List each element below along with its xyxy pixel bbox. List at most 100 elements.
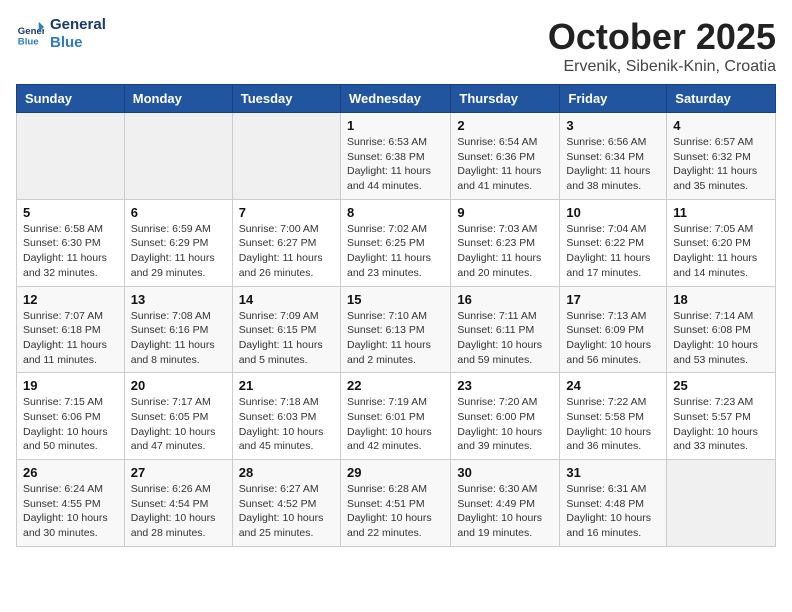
day-info: Sunrise: 7:17 AM Sunset: 6:05 PM Dayligh… [131,395,226,454]
calendar-day-cell: 21 Sunrise: 7:18 AM Sunset: 6:03 PM Dayli… [232,373,340,460]
calendar-day-cell: 9 Sunrise: 7:03 AM Sunset: 6:23 PM Daylig… [451,199,560,286]
day-number: 13 [131,292,226,307]
day-number: 28 [239,465,334,480]
day-number: 8 [347,205,444,220]
calendar-day-cell [124,113,232,200]
calendar-day-cell: 5Sunrise: 6:58 AM Sunset: 6:30 PM Daylig… [17,199,125,286]
day-number: 26 [23,465,118,480]
day-number: 14 [239,292,334,307]
calendar-day-cell: 12 Sunrise: 7:07 AM Sunset: 6:18 PM Dayli… [17,286,125,373]
day-number: 10 [566,205,660,220]
calendar-day-cell: 11Sunrise: 7:05 AM Sunset: 6:20 PM Dayli… [667,199,776,286]
calendar-week-row: 5Sunrise: 6:58 AM Sunset: 6:30 PM Daylig… [17,199,776,286]
day-info: Sunrise: 7:14 AM Sunset: 6:08 PM Dayligh… [673,309,769,368]
location: Ervenik, Sibenik-Knin, Croatia [548,58,776,76]
calendar-day-cell: 2Sunrise: 6:54 AM Sunset: 6:36 PM Daylig… [451,113,560,200]
day-info: Sunrise: 7:10 AM Sunset: 6:13 PM Dayligh… [347,309,444,368]
day-number: 4 [673,118,769,133]
day-info: Sunrise: 6:59 AM Sunset: 6:29 PM Dayligh… [131,222,226,281]
day-info: Sunrise: 7:11 AM Sunset: 6:11 PM Dayligh… [457,309,553,368]
calendar-week-row: 26 Sunrise: 6:24 AM Sunset: 4:55 PM Dayli… [17,460,776,547]
weekday-header-cell: Thursday [451,85,560,113]
day-info: Sunrise: 6:30 AM Sunset: 4:49 PM Dayligh… [457,482,553,541]
logo: General Blue General Blue [16,16,106,52]
day-info: Sunrise: 7:22 AM Sunset: 5:58 PM Dayligh… [566,395,660,454]
day-number: 19 [23,378,118,393]
day-number: 21 [239,378,334,393]
calendar-day-cell: 8 Sunrise: 7:02 AM Sunset: 6:25 PM Daylig… [340,199,450,286]
day-number: 27 [131,465,226,480]
day-number: 9 [457,205,553,220]
logo-icon: General Blue [16,20,44,48]
day-number: 2 [457,118,553,133]
day-info: Sunrise: 7:07 AM Sunset: 6:18 PM Dayligh… [23,309,118,368]
calendar-day-cell: 17 Sunrise: 7:13 AM Sunset: 6:09 PM Dayli… [560,286,667,373]
day-number: 18 [673,292,769,307]
calendar-day-cell: 20Sunrise: 7:17 AM Sunset: 6:05 PM Dayli… [124,373,232,460]
day-info: Sunrise: 7:09 AM Sunset: 6:15 PM Dayligh… [239,309,334,368]
weekday-header-cell: Saturday [667,85,776,113]
calendar-day-cell: 26 Sunrise: 6:24 AM Sunset: 4:55 PM Dayli… [17,460,125,547]
day-info: Sunrise: 6:24 AM Sunset: 4:55 PM Dayligh… [23,482,118,541]
calendar-day-cell: 22 Sunrise: 7:19 AM Sunset: 6:01 PM Dayli… [340,373,450,460]
calendar-week-row: 19 Sunrise: 7:15 AM Sunset: 6:06 PM Dayli… [17,373,776,460]
calendar-day-cell: 7 Sunrise: 7:00 AM Sunset: 6:27 PM Daylig… [232,199,340,286]
day-number: 5 [23,205,118,220]
calendar-day-cell [667,460,776,547]
day-number: 23 [457,378,553,393]
day-number: 30 [457,465,553,480]
day-info: Sunrise: 7:23 AM Sunset: 5:57 PM Dayligh… [673,395,769,454]
calendar-body: 1Sunrise: 6:53 AM Sunset: 6:38 PM Daylig… [17,113,776,547]
day-number: 11 [673,205,769,220]
calendar-day-cell: 18 Sunrise: 7:14 AM Sunset: 6:08 PM Dayli… [667,286,776,373]
day-info: Sunrise: 7:15 AM Sunset: 6:06 PM Dayligh… [23,395,118,454]
calendar-day-cell: 13 Sunrise: 7:08 AM Sunset: 6:16 PM Dayli… [124,286,232,373]
calendar-day-cell: 27 Sunrise: 6:26 AM Sunset: 4:54 PM Dayli… [124,460,232,547]
calendar-table: SundayMondayTuesdayWednesdayThursdayFrid… [16,84,776,547]
logo-line1: General [50,16,106,34]
title-section: October 2025 Ervenik, Sibenik-Knin, Croa… [548,16,776,76]
calendar-day-cell [232,113,340,200]
calendar-day-cell: 4Sunrise: 6:57 AM Sunset: 6:32 PM Daylig… [667,113,776,200]
calendar-day-cell: 31Sunrise: 6:31 AM Sunset: 4:48 PM Dayli… [560,460,667,547]
day-info: Sunrise: 7:00 AM Sunset: 6:27 PM Dayligh… [239,222,334,281]
weekday-header-cell: Tuesday [232,85,340,113]
day-info: Sunrise: 7:20 AM Sunset: 6:00 PM Dayligh… [457,395,553,454]
calendar-day-cell: 24 Sunrise: 7:22 AM Sunset: 5:58 PM Dayli… [560,373,667,460]
day-info: Sunrise: 7:08 AM Sunset: 6:16 PM Dayligh… [131,309,226,368]
svg-text:Blue: Blue [18,37,39,48]
day-info: Sunrise: 6:26 AM Sunset: 4:54 PM Dayligh… [131,482,226,541]
calendar-day-cell: 28 Sunrise: 6:27 AM Sunset: 4:52 PM Dayli… [232,460,340,547]
day-info: Sunrise: 7:19 AM Sunset: 6:01 PM Dayligh… [347,395,444,454]
page-header: General Blue General Blue October 2025 E… [16,16,776,76]
day-number: 31 [566,465,660,480]
day-number: 3 [566,118,660,133]
calendar-day-cell: 30 Sunrise: 6:30 AM Sunset: 4:49 PM Dayli… [451,460,560,547]
weekday-header-cell: Friday [560,85,667,113]
calendar-day-cell: 15 Sunrise: 7:10 AM Sunset: 6:13 PM Dayli… [340,286,450,373]
day-number: 15 [347,292,444,307]
calendar-week-row: 12 Sunrise: 7:07 AM Sunset: 6:18 PM Dayli… [17,286,776,373]
day-info: Sunrise: 6:28 AM Sunset: 4:51 PM Dayligh… [347,482,444,541]
day-number: 25 [673,378,769,393]
weekday-header-cell: Monday [124,85,232,113]
calendar-day-cell: 23 Sunrise: 7:20 AM Sunset: 6:00 PM Dayli… [451,373,560,460]
day-info: Sunrise: 7:03 AM Sunset: 6:23 PM Dayligh… [457,222,553,281]
calendar-day-cell: 6Sunrise: 6:59 AM Sunset: 6:29 PM Daylig… [124,199,232,286]
day-info: Sunrise: 7:04 AM Sunset: 6:22 PM Dayligh… [566,222,660,281]
calendar-day-cell: 16Sunrise: 7:11 AM Sunset: 6:11 PM Dayli… [451,286,560,373]
calendar-day-cell: 3 Sunrise: 6:56 AM Sunset: 6:34 PM Daylig… [560,113,667,200]
day-number: 12 [23,292,118,307]
logo-line2: Blue [50,34,106,52]
day-info: Sunrise: 7:13 AM Sunset: 6:09 PM Dayligh… [566,309,660,368]
day-number: 7 [239,205,334,220]
day-number: 17 [566,292,660,307]
day-info: Sunrise: 6:27 AM Sunset: 4:52 PM Dayligh… [239,482,334,541]
day-info: Sunrise: 6:56 AM Sunset: 6:34 PM Dayligh… [566,135,660,194]
day-number: 24 [566,378,660,393]
day-info: Sunrise: 7:18 AM Sunset: 6:03 PM Dayligh… [239,395,334,454]
calendar-day-cell [17,113,125,200]
day-info: Sunrise: 6:53 AM Sunset: 6:38 PM Dayligh… [347,135,444,194]
day-info: Sunrise: 7:02 AM Sunset: 6:25 PM Dayligh… [347,222,444,281]
day-number: 22 [347,378,444,393]
